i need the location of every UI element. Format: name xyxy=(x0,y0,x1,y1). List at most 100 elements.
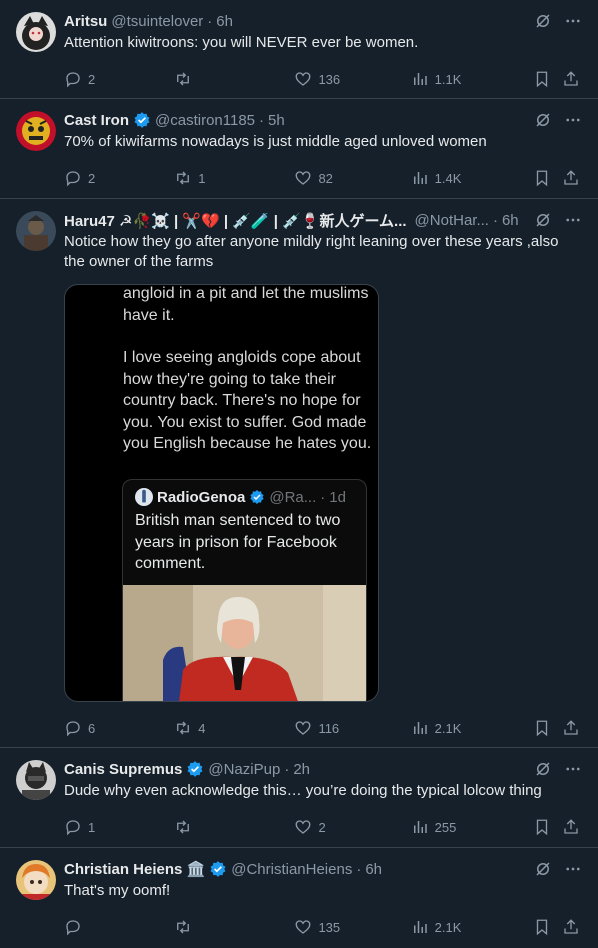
grok-icon[interactable] xyxy=(534,12,552,30)
views-count: 2.1K xyxy=(434,919,462,935)
views-button[interactable]: 2.1K xyxy=(411,918,533,936)
user-handle[interactable]: @NotHar... xyxy=(415,212,489,229)
bookmark-button[interactable] xyxy=(533,70,563,88)
share-button[interactable] xyxy=(562,70,582,88)
tweet[interactable]: Aritsu @tsuintelover · 6h Attention kiwi… xyxy=(0,0,598,99)
display-name[interactable]: Haru47 ☭🥀☠️ | ✂️💔 | 💉🧪 | 💉🍷新人ゲーム... xyxy=(64,210,407,231)
bookmark-button[interactable] xyxy=(533,719,563,737)
views-icon xyxy=(413,821,427,833)
tweet-header: Christian Heiens 🏛️ @ChristianHeiens · 6… xyxy=(64,858,582,880)
more-icon[interactable] xyxy=(564,211,582,229)
display-name[interactable]: Aritsu xyxy=(64,13,107,30)
share-button[interactable] xyxy=(562,719,582,737)
share-button[interactable] xyxy=(562,169,582,187)
reply-button[interactable] xyxy=(64,918,174,936)
views-button[interactable]: 2.1K xyxy=(411,719,533,737)
retweet-button[interactable]: 1 xyxy=(174,169,294,187)
retweet-button[interactable]: 4 xyxy=(174,719,294,737)
grok-icon[interactable] xyxy=(534,111,552,129)
quoted-avatar-icon xyxy=(135,488,153,506)
separator-dot: · xyxy=(207,12,213,30)
views-icon xyxy=(413,172,427,184)
like-button[interactable]: 136 xyxy=(294,70,410,88)
views-button[interactable]: 1.4K xyxy=(411,169,533,187)
reply-icon xyxy=(66,72,80,88)
grok-icon[interactable] xyxy=(534,760,552,778)
reply-icon xyxy=(66,920,80,936)
tweet[interactable]: Cast Iron @castiron1185 · 5h 70% of kiwi… xyxy=(0,99,598,199)
grok-icon[interactable] xyxy=(534,860,552,878)
grok-icon[interactable] xyxy=(534,211,552,229)
avatar[interactable] xyxy=(16,211,56,251)
retweet-icon xyxy=(177,721,190,735)
like-button[interactable]: 135 xyxy=(294,918,410,936)
media-line-1: angloid in a pit and let the muslims hav… xyxy=(123,285,369,324)
more-icon[interactable] xyxy=(564,860,582,878)
reply-button[interactable]: 6 xyxy=(64,719,174,737)
retweet-button[interactable] xyxy=(174,918,294,936)
tweet-text: Attention kiwitroons: you will NEVER eve… xyxy=(64,34,419,51)
display-name[interactable]: Cast Iron xyxy=(64,112,129,129)
timeline: Aritsu @tsuintelover · 6h Attention kiwi… xyxy=(0,0,598,948)
like-icon xyxy=(296,72,311,86)
views-button[interactable]: 1.1K xyxy=(411,70,533,88)
retweet-button[interactable] xyxy=(174,818,294,836)
timestamp[interactable]: 6h xyxy=(502,212,519,229)
verified-badge-icon xyxy=(186,760,204,778)
avatar[interactable] xyxy=(16,111,56,151)
bookmark-button[interactable] xyxy=(533,169,563,187)
media-line-2: I love seeing angloids cope about how th… xyxy=(123,349,372,452)
timestamp[interactable]: 6h xyxy=(216,13,233,30)
more-icon[interactable] xyxy=(564,12,582,30)
share-button[interactable] xyxy=(562,918,582,936)
avatar[interactable] xyxy=(16,860,56,900)
avatar[interactable] xyxy=(16,12,56,52)
tweet-header-icons xyxy=(534,211,582,229)
like-button[interactable]: 82 xyxy=(294,169,410,187)
tweet[interactable]: Canis Supremus @NaziPup · 2h Dude why ev… xyxy=(0,748,598,848)
tweet[interactable]: Christian Heiens 🏛️ @ChristianHeiens · 6… xyxy=(0,848,598,948)
more-icon[interactable] xyxy=(564,760,582,778)
retweet-icon xyxy=(177,171,190,185)
user-handle[interactable]: @NaziPup xyxy=(208,761,280,778)
bookmark-icon xyxy=(536,71,547,88)
retweet-icon xyxy=(177,920,190,934)
tweet-media-image[interactable]: angloid in a pit and let the muslims hav… xyxy=(64,284,379,702)
share-button[interactable] xyxy=(562,818,582,836)
tweet-text: Dude why even acknowledge this… you’re d… xyxy=(64,782,542,799)
reply-count: 1 xyxy=(88,819,96,835)
media-screenshot-text: angloid in a pit and let the muslims hav… xyxy=(123,285,373,455)
views-count: 1.1K xyxy=(434,71,462,87)
retweet-button[interactable] xyxy=(174,70,294,88)
views-icon xyxy=(413,722,427,734)
tweet-header: Canis Supremus @NaziPup · 2h xyxy=(64,758,582,780)
display-name[interactable]: Canis Supremus xyxy=(64,761,182,778)
timestamp[interactable]: 5h xyxy=(268,112,285,129)
timestamp[interactable]: 6h xyxy=(365,861,382,878)
like-icon xyxy=(296,171,311,185)
user-handle[interactable]: @castiron1185 xyxy=(155,112,255,129)
timestamp[interactable]: 2h xyxy=(293,761,310,778)
user-handle[interactable]: @ChristianHeiens xyxy=(231,861,352,878)
like-button[interactable]: 116 xyxy=(294,719,410,737)
reply-button[interactable]: 2 xyxy=(64,70,174,88)
like-button[interactable]: 2 xyxy=(294,818,410,836)
tweet-actions: 2 1 82 1.4K xyxy=(64,152,582,204)
bookmark-button[interactable] xyxy=(533,818,563,836)
reply-button[interactable]: 1 xyxy=(64,818,174,836)
quoted-handle: @Ra... xyxy=(269,488,317,506)
user-handle[interactable]: @tsuintelover xyxy=(111,13,203,30)
share-icon xyxy=(564,71,578,86)
tweet[interactable]: Haru47 ☭🥀☠️ | ✂️💔 | 💉🧪 | 💉🍷新人ゲーム... @Not… xyxy=(0,199,598,748)
reply-button[interactable]: 2 xyxy=(64,169,174,187)
views-button[interactable]: 255 xyxy=(411,818,533,836)
tweet-header: Aritsu @tsuintelover · 6h xyxy=(64,10,582,32)
tweet-actions: 135 2.1K xyxy=(64,901,582,948)
bookmark-button[interactable] xyxy=(533,918,563,936)
avatar[interactable] xyxy=(16,760,56,800)
views-count: 2.1K xyxy=(434,720,462,736)
views-count: 1.4K xyxy=(434,170,462,186)
display-name[interactable]: Christian Heiens 🏛️ xyxy=(64,860,205,878)
like-count: 116 xyxy=(318,720,340,736)
more-icon[interactable] xyxy=(564,111,582,129)
